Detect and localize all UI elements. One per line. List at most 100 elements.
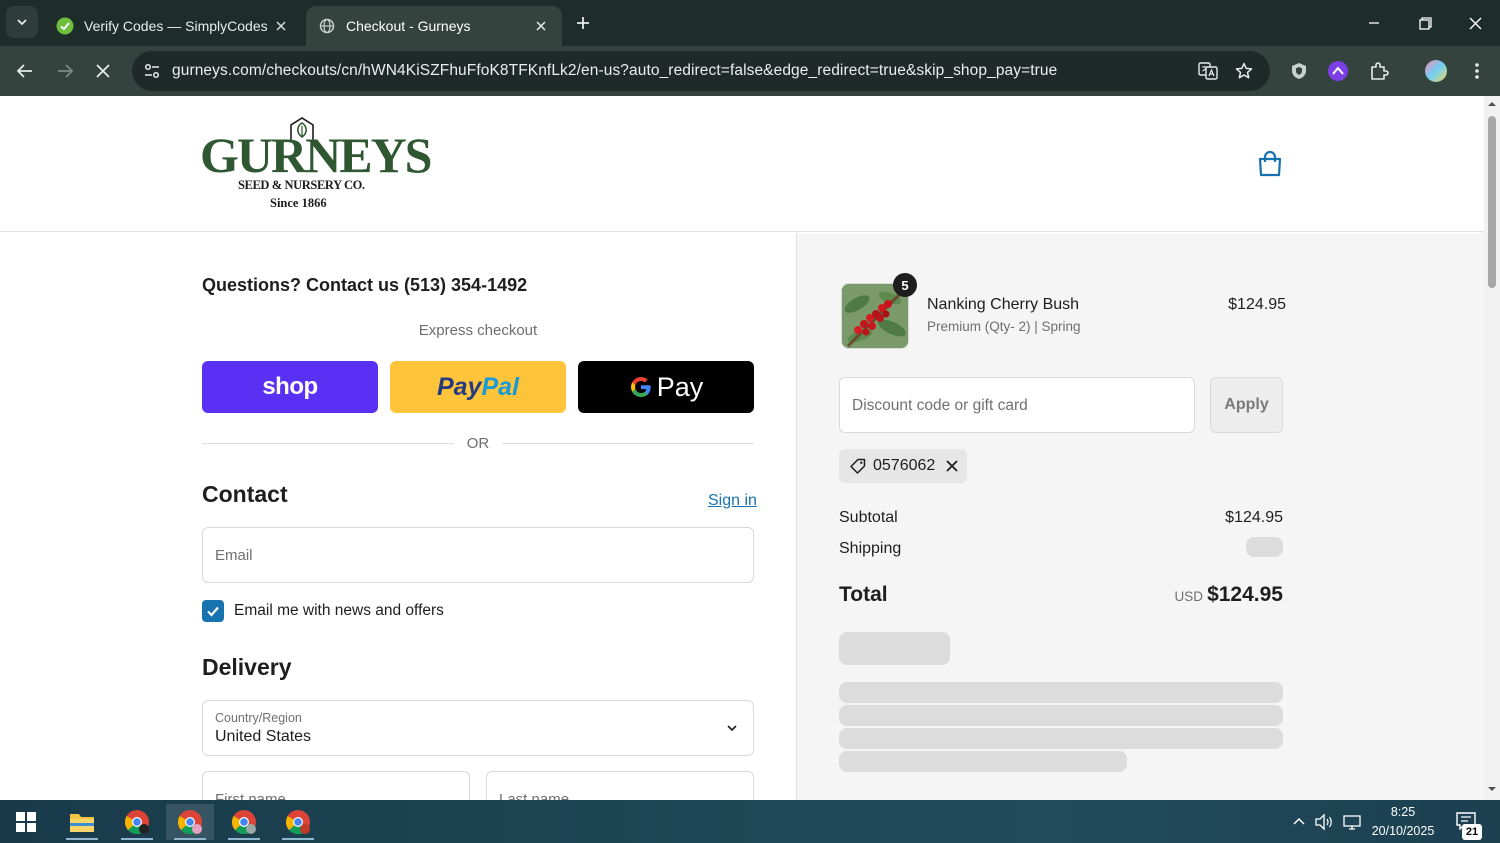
close-icon (1469, 17, 1481, 29)
taskbar-chrome-3[interactable] (220, 804, 268, 840)
email-placeholder: Email (215, 547, 253, 564)
start-button[interactable] (2, 804, 50, 840)
purple-extension-icon[interactable] (1325, 58, 1351, 84)
remove-discount-icon[interactable] (945, 459, 959, 473)
close-window-button[interactable] (1462, 10, 1488, 36)
close-tab-icon[interactable] (532, 17, 550, 35)
scrollbar-thumb[interactable] (1488, 116, 1496, 288)
subtotal-label: Subtotal (839, 509, 898, 526)
browser-tab-bar: Verify Codes — SimplyCodes Checkout - Gu… (0, 0, 1500, 46)
country-region-select[interactable]: Country/Region United States (202, 700, 754, 756)
checkmark-icon (207, 606, 219, 617)
shopping-bag-icon[interactable] (1256, 150, 1284, 178)
tab-checkout-gurneys[interactable]: Checkout - Gurneys (306, 6, 562, 46)
loading-skeleton (839, 751, 1127, 772)
paypal-button[interactable]: Pay Pal (390, 361, 566, 413)
last-name-field[interactable]: Last name (486, 771, 754, 800)
total-label: Total (839, 583, 888, 606)
google-pay-button[interactable]: Pay (578, 361, 754, 413)
gurneys-logo[interactable]: GURNEYS SEED & NURSERY CO. Since 1866 (200, 116, 432, 212)
discount-code-input[interactable]: Discount code or gift card (839, 377, 1195, 433)
loading-skeleton (839, 728, 1283, 749)
google-pay-label: Pay (656, 371, 704, 402)
paypal-label-part2: Pal (481, 372, 519, 401)
tab-title: Verify Codes — SimplyCodes (84, 18, 268, 34)
address-bar[interactable]: gurneys.com/checkouts/cn/hWN4KiSZFhuFfoK… (132, 51, 1270, 91)
total-currency: USD (1174, 589, 1203, 604)
running-indicator (282, 838, 314, 840)
page-scrollbar[interactable] (1484, 96, 1500, 800)
or-separator: OR (466, 435, 490, 452)
tab-search-button[interactable] (6, 6, 38, 38)
minimize-button[interactable] (1361, 10, 1387, 36)
system-clock[interactable]: 8:25 20/10/2025 (1366, 803, 1440, 841)
total-value: $124.95 (1207, 583, 1283, 606)
discount-placeholder: Discount code or gift card (852, 397, 1028, 414)
shop-pay-button[interactable]: shop (202, 361, 378, 413)
loading-skeleton (839, 705, 1283, 726)
shipping-label: Shipping (839, 540, 902, 557)
translate-icon[interactable] (1196, 59, 1220, 83)
tab-simplycodes[interactable]: Verify Codes — SimplyCodes (44, 6, 302, 46)
discount-code: 0576062 (873, 457, 936, 474)
forward-button[interactable] (50, 56, 80, 86)
more-menu-icon[interactable] (1464, 58, 1490, 84)
browser-toolbar: gurneys.com/checkouts/cn/hWN4KiSZFhuFfoK… (0, 46, 1500, 96)
minimize-icon (1369, 22, 1379, 24)
network-icon (1343, 815, 1361, 830)
chrome-icon (285, 810, 310, 835)
product-variant: Premium (Qty- 2) | Spring (927, 319, 1081, 334)
plus-icon (577, 17, 589, 29)
delivery-heading: Delivery (202, 654, 292, 680)
news-offers-label: Email me with news and offers (234, 602, 444, 619)
news-offers-checkbox[interactable] (202, 600, 224, 622)
arrow-left-icon (16, 64, 32, 78)
back-button[interactable] (10, 56, 40, 86)
stop-loading-button[interactable] (88, 56, 118, 86)
product-name: Nanking Cherry Bush (927, 296, 1080, 313)
speaker-icon (1315, 813, 1332, 831)
sign-in-link[interactable]: Sign in (708, 492, 757, 510)
express-checkout-label: Express checkout (418, 322, 538, 339)
taskbar-chrome-1[interactable] (113, 804, 161, 840)
volume-control[interactable] (1314, 812, 1334, 832)
divider-left (202, 443, 454, 444)
paypal-label-part1: Pay (436, 372, 482, 401)
news-offers-option[interactable]: Email me with news and offers (202, 600, 444, 622)
taskbar-file-explorer[interactable] (58, 804, 106, 840)
running-indicator (121, 838, 153, 840)
loading-skeleton (839, 632, 950, 665)
shield-extension-icon[interactable] (1286, 58, 1312, 84)
first-name-field[interactable]: First name (202, 771, 470, 800)
restore-button[interactable] (1412, 10, 1438, 36)
quantity-badge: 5 (893, 273, 917, 297)
close-icon (96, 64, 110, 78)
page-viewport: GURNEYS SEED & NURSERY CO. Since 1866 Qu… (0, 96, 1484, 800)
scroll-down-arrow-icon[interactable] (1487, 784, 1497, 794)
bookmark-star-icon[interactable] (1232, 59, 1256, 83)
puzzle-extensions-icon[interactable] (1366, 58, 1392, 84)
loading-globe-icon (319, 18, 335, 34)
site-settings-icon[interactable] (140, 59, 164, 83)
taskbar-chrome-2[interactable] (166, 804, 214, 840)
apply-discount-button[interactable]: Apply (1210, 377, 1283, 433)
scroll-up-arrow-icon[interactable] (1487, 99, 1497, 109)
close-tab-icon[interactable] (272, 17, 290, 35)
chrome-icon (231, 810, 256, 835)
chevron-down-icon (17, 19, 27, 26)
profile-avatar-icon[interactable] (1423, 58, 1449, 84)
network-status[interactable] (1342, 812, 1362, 832)
subtotal-value: $124.95 (1225, 509, 1283, 526)
product-price: $124.95 (1228, 296, 1286, 313)
arrow-right-icon (58, 64, 74, 78)
email-field[interactable]: Email (202, 527, 754, 583)
order-summary: 5 Nanking Cherry Bush Premium (Qty- 2) |… (797, 233, 1484, 800)
contact-heading: Contact (202, 481, 288, 507)
running-indicator (228, 838, 260, 840)
shipping-loading-placeholder (1246, 537, 1283, 557)
show-hidden-icons[interactable] (1289, 812, 1309, 832)
new-tab-button[interactable] (572, 12, 594, 34)
country-region-label: Country/Region (215, 711, 302, 725)
windows-logo-icon (16, 812, 36, 832)
taskbar-chrome-4[interactable] (274, 804, 322, 840)
